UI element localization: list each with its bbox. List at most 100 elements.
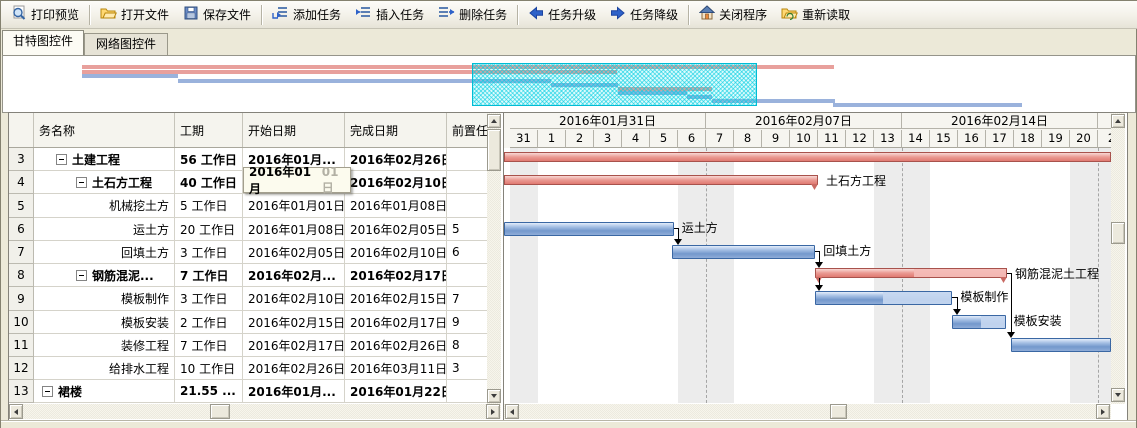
save-file-button[interactable]: 保存文件 (176, 3, 258, 27)
gantt-bar-task[interactable] (1011, 338, 1111, 352)
overview-viewport-selection[interactable] (472, 63, 757, 106)
save-disk-icon (183, 5, 199, 24)
arrow-right-icon (610, 5, 626, 24)
table-hscroll-left-button[interactable] (9, 404, 23, 419)
day-header-cell: 1 (538, 130, 566, 148)
row-number-header (9, 113, 34, 147)
table-hscrollbar-track[interactable] (9, 404, 501, 419)
task-name-cell: 给排水工程 (34, 357, 175, 380)
gantt-bar-summary[interactable] (504, 152, 1111, 162)
dependency-link-arrow (815, 285, 823, 295)
gantt-bar-summary[interactable] (504, 175, 818, 185)
table-vscroll-up-button[interactable] (487, 114, 501, 128)
add-task-label: 添加任务 (293, 6, 341, 23)
table-vscroll-down-button[interactable] (487, 389, 501, 403)
dependency-link (1011, 273, 1012, 332)
collapse-icon[interactable] (76, 177, 87, 188)
collapse-icon[interactable] (42, 386, 53, 397)
date-cell-tooltip: 2016年01月01日 (243, 167, 351, 193)
insert-task-icon (355, 5, 372, 24)
task-name-cell: 回填土方 (34, 241, 175, 264)
predecessor-cell: 6 (447, 241, 487, 264)
row-number-cell: 7 (9, 241, 34, 264)
table-hscroll-right-button[interactable] (486, 404, 500, 419)
tab-network-control[interactable]: 网络图控件 (84, 33, 168, 56)
project-overview-pane[interactable] (2, 55, 1136, 113)
start-date-cell: 2016年02月17日 (243, 334, 345, 357)
table-row[interactable]: 10模板安装2 工作日2016年02月15日2016年02月17日9 (9, 311, 487, 334)
close-app-button[interactable]: 关闭程序 (692, 3, 774, 27)
gantt-bar-task[interactable] (815, 291, 952, 305)
insert-task-button[interactable]: 插入任务 (348, 3, 431, 27)
toolbar-separator (517, 5, 518, 25)
finish-date-cell: 2016年02月05日 (345, 218, 447, 241)
gantt-bar-summary[interactable] (815, 268, 1007, 278)
day-header-cell: 10 (790, 130, 818, 148)
table-header: 务名称 工期 开始日期 完成日期 前置任务 (9, 113, 487, 148)
col-header-start-date: 开始日期 (243, 113, 345, 147)
week-header-cell: 2016年02月14日 (902, 113, 1098, 129)
gantt-bar-label: 钢筋混泥土工程 (1015, 267, 1099, 282)
arrow-left-icon (528, 5, 544, 24)
duration-cell: 56 工作日 (175, 148, 243, 171)
table-row[interactable]: 7回填土方3 工作日2016年02月05日2016年02月10日6 (9, 241, 487, 264)
tab-gantt-control[interactable]: 甘特图控件 (2, 30, 84, 55)
table-row[interactable]: 6运土方20 工作日2016年01月08日2016年02月05日5 (9, 218, 487, 241)
table-vscrollbar-thumb[interactable] (487, 129, 501, 171)
overview-bar-blue (833, 103, 1022, 107)
dependency-link (678, 228, 679, 239)
finish-date-cell: 2016年02月17日 (345, 311, 447, 334)
day-header-cell: 2 (1098, 130, 1111, 148)
demote-task-button[interactable]: 任务降级 (603, 3, 685, 27)
gantt-bar-label: 回填土方 (823, 244, 871, 259)
table-hscrollbar-thumb[interactable] (210, 404, 230, 419)
chart-hscroll-left-button[interactable] (505, 404, 519, 419)
day-header-cell: 31 (510, 130, 538, 148)
collapse-icon[interactable] (56, 154, 67, 165)
gantt-bar-task[interactable] (672, 245, 815, 259)
start-date-cell: 2016年01月01日 (243, 194, 345, 218)
tab-network-label: 网络图控件 (96, 37, 156, 51)
chart-hscrollbar-thumb[interactable] (830, 404, 847, 419)
week-header-cell: 2016年02月07日 (706, 113, 902, 129)
collapse-icon[interactable] (76, 270, 87, 281)
weekend-band (706, 148, 734, 403)
table-row[interactable]: 9模板制作3 工作日2016年02月10日2016年02月15日7 (9, 287, 487, 311)
print-preview-label: 打印预览 (31, 6, 79, 23)
chart-vscrollbar-thumb[interactable] (1111, 222, 1125, 244)
table-row[interactable]: 13裙楼21.55 ...2016年01月...2016年01月22日 (9, 380, 487, 403)
chart-vscrollbar-track[interactable] (1111, 113, 1125, 404)
start-date-cell: 2016年02月10日 (243, 287, 345, 311)
table-row[interactable]: 5机械挖土方5 工作日2016年01月01日2016年01月08日 (9, 194, 487, 218)
open-file-button[interactable]: 打开文件 (93, 3, 176, 27)
promote-task-label: 任务升级 (548, 6, 596, 23)
gantt-bar-task[interactable] (504, 222, 674, 236)
day-header-cell: 6 (678, 130, 706, 148)
chart-vscroll-down-button[interactable] (1111, 388, 1125, 402)
chart-hscroll-right-button[interactable] (1096, 404, 1110, 419)
toolbar: 打印预览 打开文件 保存文件 添加任务 插入任务 删除任务 任务升级 任务降级 … (1, 1, 1137, 29)
finish-date-cell: 2016年03月11日 (345, 357, 447, 380)
predecessor-cell (447, 148, 487, 171)
day-header-cell: 14 (902, 130, 930, 148)
table-row[interactable]: 12给排水工程10 工作日2016年02月26日2016年03月11日3 (9, 357, 487, 380)
table-row[interactable]: 11装修工程7 工作日2016年02月17日2016年02月26日8 (9, 334, 487, 357)
print-preview-button[interactable]: 打印预览 (4, 3, 86, 27)
dependency-link-arrow (1007, 332, 1015, 342)
delete-task-button[interactable]: 删除任务 (431, 3, 514, 27)
task-name-cell: 钢筋混泥... (34, 264, 175, 287)
chart-vscroll-up-button[interactable] (1111, 114, 1125, 128)
promote-task-button[interactable]: 任务升级 (521, 3, 603, 27)
dependency-link (819, 278, 820, 285)
table-row[interactable]: 8钢筋混泥...7 工作日2016年02月...2016年02月17日 (9, 264, 487, 287)
predecessor-cell: 7 (447, 287, 487, 311)
row-number-cell: 3 (9, 148, 34, 171)
reload-button[interactable]: 重新读取 (774, 3, 857, 27)
chart-hscrollbar-track[interactable] (504, 404, 1111, 419)
day-header-cell: 2 (566, 130, 594, 148)
col-header-task-name: 务名称 (34, 113, 175, 147)
add-task-button[interactable]: 添加任务 (265, 3, 348, 27)
predecessor-cell: 3 (447, 357, 487, 380)
day-header-cell: 5 (650, 130, 678, 148)
start-date-cell: 2016年01月08日 (243, 218, 345, 241)
